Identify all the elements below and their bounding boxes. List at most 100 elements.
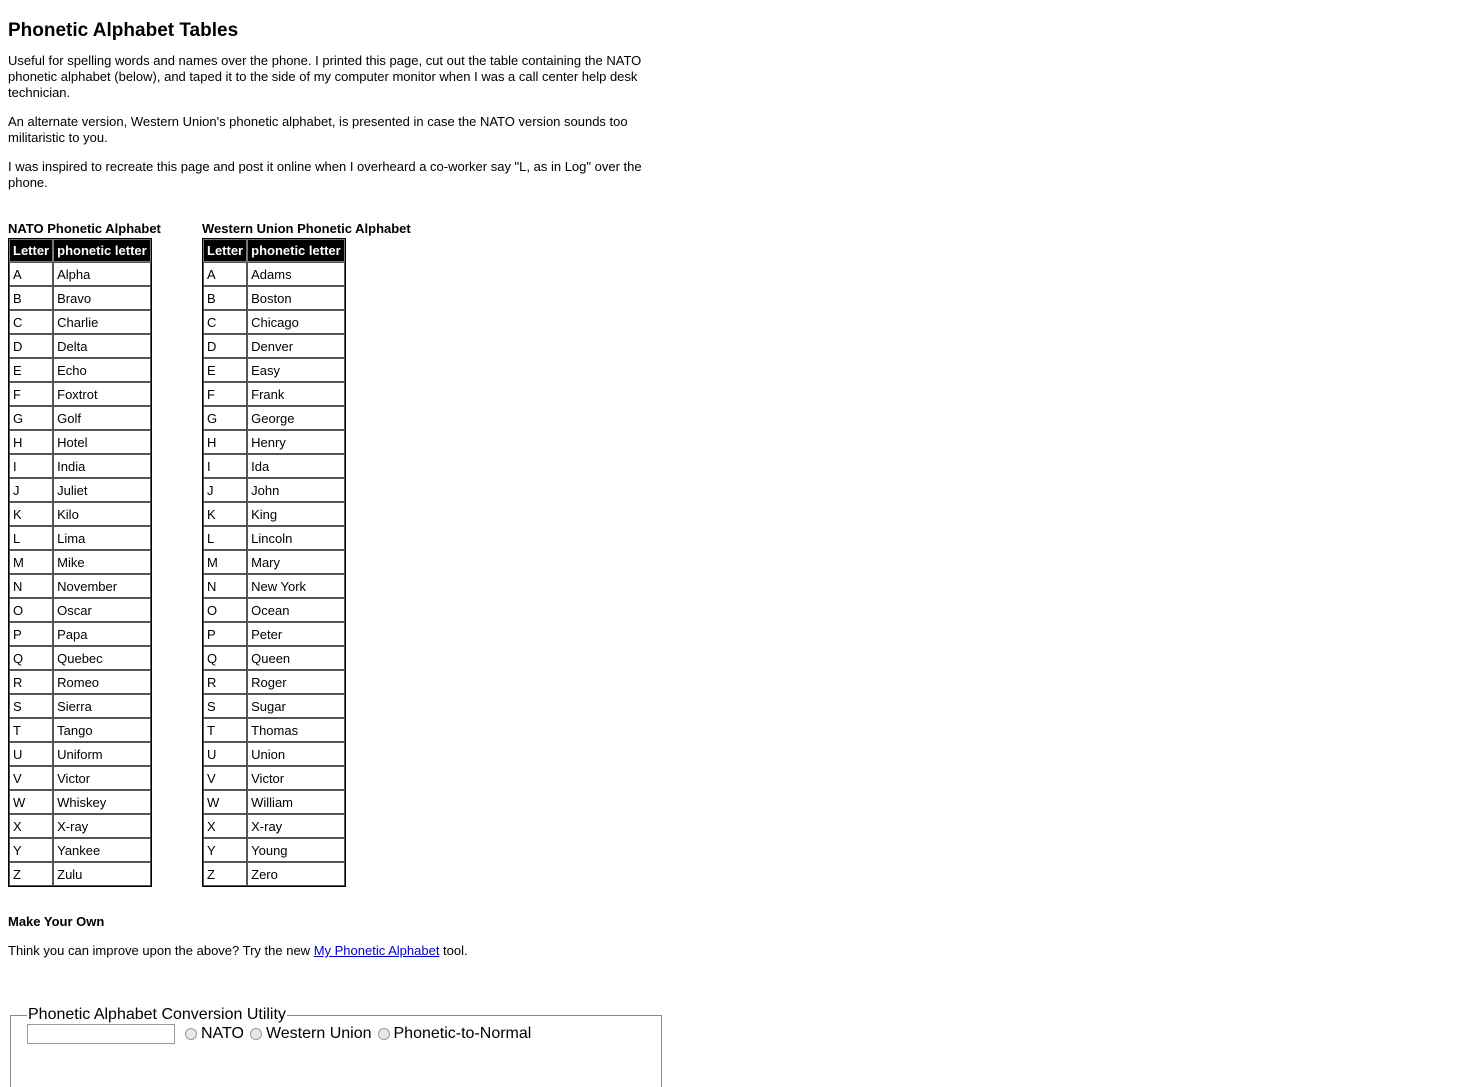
table-row: K King xyxy=(203,502,346,526)
table-row: J Juliet xyxy=(9,478,152,502)
table-row: I India xyxy=(9,454,152,478)
phonetic-word-cell: Charlie xyxy=(53,310,152,334)
phonetic-word-cell: John xyxy=(247,478,346,502)
western-union-table-block: Western Union Phonetic Alphabet Letter p… xyxy=(202,222,411,887)
letter-cell: X xyxy=(9,814,54,838)
phonetic-word-cell: Golf xyxy=(53,406,152,430)
table-row: D Delta xyxy=(9,334,152,358)
make-your-own-text: Think you can improve upon the above? Tr… xyxy=(8,943,658,959)
phonetic-word-cell: Queen xyxy=(247,646,346,670)
table-row: P Peter xyxy=(203,622,346,646)
letter-cell: B xyxy=(203,286,248,310)
table-row: F Foxtrot xyxy=(9,382,152,406)
letter-cell: Q xyxy=(203,646,248,670)
phonetic-word-cell: Peter xyxy=(247,622,346,646)
radio-button-icon[interactable] xyxy=(249,1028,262,1040)
radio-nato[interactable]: NATO xyxy=(185,1025,244,1043)
letter-cell: J xyxy=(203,478,248,502)
table-row: N November xyxy=(9,574,152,598)
letter-cell: N xyxy=(203,574,248,598)
radio-button-icon[interactable] xyxy=(185,1028,197,1040)
letter-cell: N xyxy=(9,574,54,598)
letter-cell: T xyxy=(203,718,248,742)
table-row: S Sugar xyxy=(203,694,346,718)
table-row: X X-ray xyxy=(9,814,152,838)
phonetic-word-cell: Quebec xyxy=(53,646,152,670)
letter-cell: R xyxy=(9,670,54,694)
table-row: L Lima xyxy=(9,526,152,550)
radio-label: Phonetic-to-Normal xyxy=(393,1025,532,1042)
my-phonetic-alphabet-link[interactable]: My Phonetic Alphabet xyxy=(314,943,440,958)
radio-phonetic-to-normal[interactable]: Phonetic-to-Normal xyxy=(377,1025,532,1043)
letter-cell: Q xyxy=(9,646,54,670)
phonetic-word-cell: Roger xyxy=(247,670,346,694)
phonetic-word-cell: X-ray xyxy=(247,814,346,838)
letter-cell: P xyxy=(203,622,248,646)
table-row: B Boston xyxy=(203,286,346,310)
table-row: M Mike xyxy=(9,550,152,574)
letter-cell: K xyxy=(203,502,248,526)
phonetic-word-cell: Alpha xyxy=(53,262,152,286)
table-row: E Echo xyxy=(9,358,152,382)
radio-label: NATO xyxy=(201,1025,244,1042)
letter-cell: H xyxy=(9,430,54,454)
phonetic-word-cell: Sugar xyxy=(247,694,346,718)
phonetic-word-cell: Oscar xyxy=(53,598,152,622)
nato-table: Letter phonetic letter A Alpha B Bravo C Char… xyxy=(8,238,153,887)
conversion-utility-legend: Phonetic Alphabet Conversion Utility xyxy=(28,1006,286,1023)
table-row: D Denver xyxy=(203,334,346,358)
radio-label: Western Union xyxy=(265,1025,372,1042)
alphabet-tables: NATO Phonetic Alphabet Letter phonetic l… xyxy=(8,222,658,887)
letter-cell: S xyxy=(9,694,54,718)
phonetic-word-cell: Kilo xyxy=(53,502,152,526)
radio-western-union[interactable]: Western Union xyxy=(249,1025,372,1043)
table-row: X X-ray xyxy=(203,814,346,838)
phonetic-word-cell: Hotel xyxy=(53,430,152,454)
letter-cell: J xyxy=(9,478,54,502)
letter-cell: H xyxy=(203,430,248,454)
conversion-mode-radio-group: NATO Western Union Phonetic-to-Normal xyxy=(185,1025,537,1043)
phonetic-word-cell: Mary xyxy=(247,550,346,574)
letter-cell: C xyxy=(9,310,54,334)
intro-paragraph: An alternate version, Western Union's ph… xyxy=(8,114,628,145)
table-row: A Alpha xyxy=(9,262,152,286)
phonetic-word-cell: Sierra xyxy=(53,694,152,718)
phonetic-word-cell: Zero xyxy=(247,862,346,886)
phonetic-word-cell: Boston xyxy=(247,286,346,310)
conversion-text-input[interactable] xyxy=(27,1024,175,1044)
letter-cell: P xyxy=(9,622,54,646)
letter-cell: K xyxy=(9,502,54,526)
western-union-table: Letter phonetic letter A Adams B Boston C Chi… xyxy=(202,238,347,887)
radio-button-icon[interactable] xyxy=(377,1028,390,1040)
table-row: V Victor xyxy=(203,766,346,790)
table-row: J John xyxy=(203,478,346,502)
phonetic-word-cell: Bravo xyxy=(53,286,152,310)
phonetic-word-cell: Papa xyxy=(53,622,152,646)
letter-cell: X xyxy=(203,814,248,838)
table-row: N New York xyxy=(203,574,346,598)
letter-cell: Z xyxy=(203,862,248,886)
table-row: B Bravo xyxy=(9,286,152,310)
table-row: Z Zulu xyxy=(9,862,152,886)
table-row: Z Zero xyxy=(203,862,346,886)
table-row: I Ida xyxy=(203,454,346,478)
letter-cell: Z xyxy=(9,862,54,886)
make-your-own-heading: Make Your Own xyxy=(8,914,105,929)
phonetic-word-cell: Thomas xyxy=(247,718,346,742)
phonetic-word-cell: Henry xyxy=(247,430,346,454)
letter-cell: B xyxy=(9,286,54,310)
letter-cell: W xyxy=(9,790,54,814)
nato-table-block: NATO Phonetic Alphabet Letter phonetic l… xyxy=(8,222,202,887)
table-row: U Union xyxy=(203,742,346,766)
table-row: M Mary xyxy=(203,550,346,574)
intro-paragraph: Useful for spelling words and names over… xyxy=(8,53,642,100)
phonetic-word-cell: Yankee xyxy=(53,838,152,862)
letter-cell: L xyxy=(203,526,248,550)
letter-cell: Y xyxy=(9,838,54,862)
letter-cell: W xyxy=(203,790,248,814)
conversion-utility: Phonetic Alphabet Conversion Utility NAT… xyxy=(10,1006,662,1087)
phonetic-word-cell: Ocean xyxy=(247,598,346,622)
letter-cell: D xyxy=(203,334,248,358)
table-row: H Henry xyxy=(203,430,346,454)
phonetic-word-cell: King xyxy=(247,502,346,526)
